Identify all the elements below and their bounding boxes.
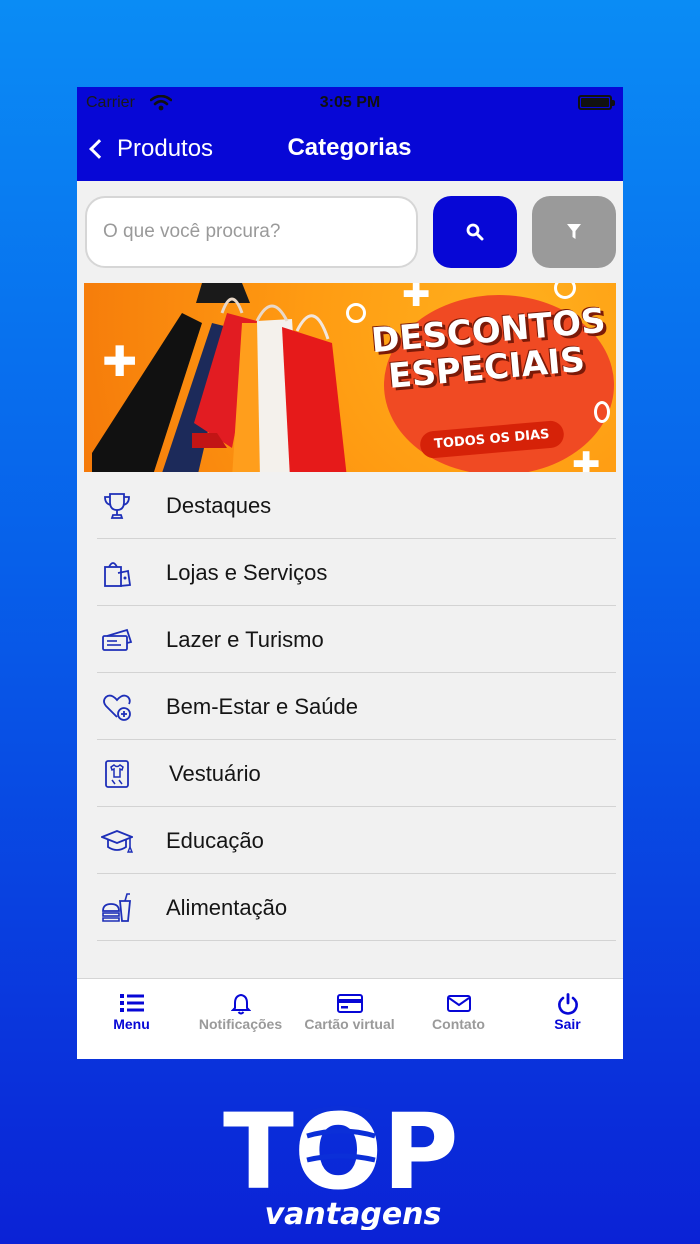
tab-label: Sair xyxy=(554,1016,581,1032)
promo-banner[interactable]: ✚ ✚ ✚ DESCONTOS ESPECIAIS TODOS OS DIAS xyxy=(84,283,616,472)
tickets-icon xyxy=(102,628,133,651)
banner-plus-decoration: ✚ xyxy=(572,445,601,472)
filter-button[interactable] xyxy=(532,196,616,268)
shopping-bags-illustration xyxy=(92,283,347,472)
banner-plus-decoration: ✚ xyxy=(402,283,431,315)
status-time: 3:05 PM xyxy=(319,94,381,111)
category-list: Destaques Lojas e Serviços Lazer e Turis… xyxy=(97,472,616,941)
category-label: Vestuário xyxy=(169,761,261,786)
tab-bar: Menu Notificações Cartão virtual Contato… xyxy=(77,978,623,1059)
chevron-left-icon xyxy=(89,139,109,159)
tab-cartao-virtual[interactable]: Cartão virtual xyxy=(295,979,404,1059)
burger-drink-icon xyxy=(102,893,131,922)
category-item-educacao[interactable]: Educação xyxy=(97,807,616,874)
tab-sair[interactable]: Sair xyxy=(513,979,622,1059)
list-icon xyxy=(119,994,144,1012)
category-label: Lazer e Turismo xyxy=(166,627,324,652)
back-button[interactable]: Produtos xyxy=(86,131,213,167)
tab-menu[interactable]: Menu xyxy=(77,979,186,1059)
category-label: Alimentação xyxy=(166,895,288,920)
power-icon xyxy=(557,993,578,1015)
tab-notificacoes[interactable]: Notificações xyxy=(186,979,295,1059)
bell-icon xyxy=(230,993,251,1015)
category-item-vestuario[interactable]: Vestuário xyxy=(97,740,616,807)
tab-label: Contato xyxy=(432,1016,485,1032)
page-title: Categorias xyxy=(287,134,412,161)
tab-label: Notificações xyxy=(198,1016,283,1032)
search-button[interactable] xyxy=(433,196,517,268)
category-item-lazer-e-turismo[interactable]: Lazer e Turismo xyxy=(97,606,616,673)
category-label: Lojas e Serviços xyxy=(166,560,328,585)
heart-plus-icon xyxy=(103,694,131,721)
app-screen: Carrier 3:05 PM Produtos Categorias O qu… xyxy=(77,87,623,1059)
category-label: Destaques xyxy=(166,493,272,518)
back-label: Produtos xyxy=(117,135,214,162)
graduation-cap-icon xyxy=(101,830,133,853)
trophy-icon xyxy=(104,493,130,519)
category-item-bem-estar-e-saude[interactable]: Bem-Estar e Saúde xyxy=(97,673,616,740)
shopping-bags-icon xyxy=(104,562,132,587)
tshirt-icon xyxy=(105,760,129,788)
category-item-lojas-e-servicos[interactable]: Lojas e Serviços xyxy=(97,539,616,606)
banner-ring-decoration xyxy=(554,283,576,299)
banner-ring-decoration xyxy=(594,401,610,423)
navigation-bar: Carrier 3:05 PM Produtos Categorias xyxy=(77,87,623,181)
category-item-destaques[interactable]: Destaques xyxy=(97,472,616,539)
category-label: Educação xyxy=(166,828,264,853)
battery-icon xyxy=(578,95,615,110)
envelope-icon xyxy=(446,995,471,1012)
status-bar: Carrier 3:05 PM xyxy=(77,87,623,119)
category-label: Bem-Estar e Saúde xyxy=(166,694,358,719)
tab-contato[interactable]: Contato xyxy=(404,979,513,1059)
logo-vantagens-text: vantagens xyxy=(265,1197,442,1230)
tab-label: Menu xyxy=(113,1016,150,1032)
filter-icon xyxy=(567,224,581,239)
category-item-alimentacao[interactable]: Alimentação xyxy=(97,874,616,941)
search-icon xyxy=(466,223,484,241)
search-input[interactable] xyxy=(85,196,418,268)
credit-card-icon xyxy=(336,994,363,1013)
top-vantagens-logo: TOP vantagens xyxy=(223,1091,459,1230)
tab-label: Cartão virtual xyxy=(304,1016,395,1032)
